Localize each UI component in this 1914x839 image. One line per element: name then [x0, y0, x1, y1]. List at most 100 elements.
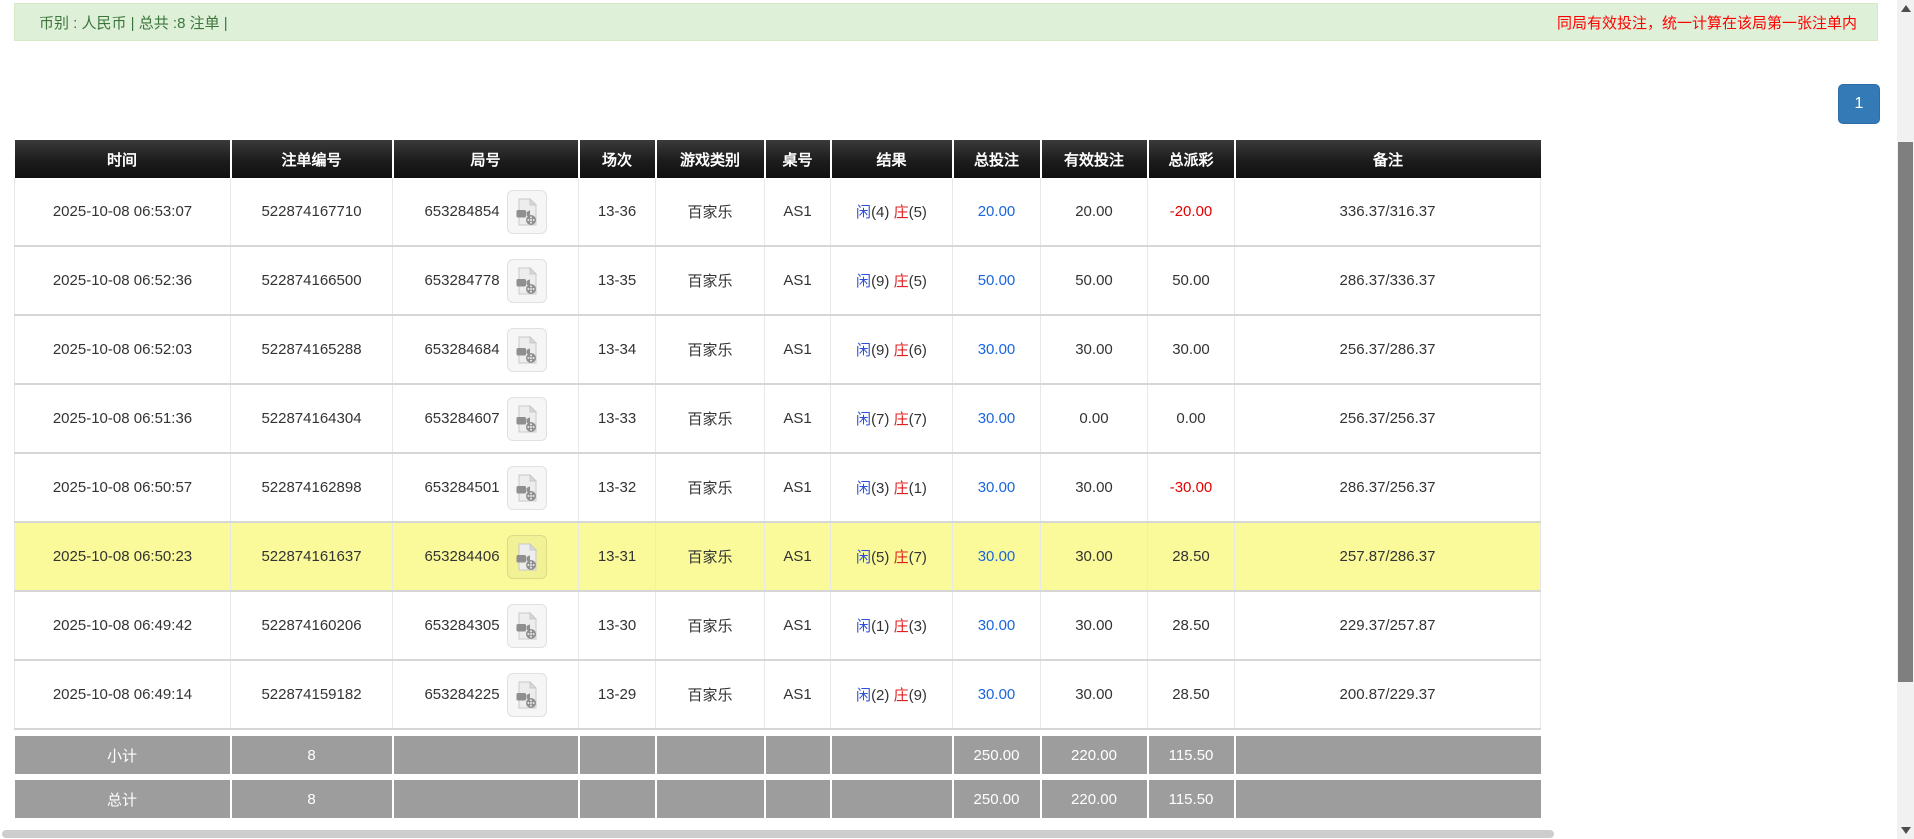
- cell-session: 13-34: [578, 315, 656, 385]
- cell-result: 闲(3) 庄(1): [830, 453, 953, 523]
- banker-result-label: 庄: [893, 342, 909, 359]
- banker-result-score: (7): [908, 549, 927, 566]
- table-row: 2025-10-08 06:50:23 522874161637 6532844…: [14, 522, 1541, 592]
- col-header-bet-id: 注单编号: [230, 140, 394, 178]
- cell-total-bet[interactable]: 50.00: [952, 246, 1041, 316]
- cell-total-bet[interactable]: 30.00: [952, 591, 1041, 661]
- vertical-scrollbar-thumb[interactable]: [1898, 142, 1913, 682]
- cell-total-bet[interactable]: 30.00: [952, 660, 1041, 730]
- cell-total-bet[interactable]: 20.00: [952, 178, 1041, 247]
- cell-time: 2025-10-08 06:51:36: [14, 384, 231, 454]
- subtotal-count: 8: [230, 736, 394, 774]
- cell-time: 2025-10-08 06:52:03: [14, 315, 231, 385]
- cell-session: 13-33: [578, 384, 656, 454]
- cell-result: 闲(4) 庄(5): [830, 178, 953, 247]
- subtotal-row: 小计 8 250.00 220.00 115.50: [14, 736, 1541, 774]
- video-replay-button[interactable]: [506, 534, 547, 579]
- summary-bar: 币别 : 人民币 | 总共 :8 注单 | 同局有效投注，统一计算在该局第一张注…: [14, 3, 1878, 41]
- banker-result-label: 庄: [893, 204, 909, 221]
- scroll-up-button[interactable]: [1897, 0, 1914, 17]
- cell-valid-bet: 30.00: [1040, 522, 1148, 592]
- video-file-icon: [516, 611, 537, 639]
- video-replay-button[interactable]: [506, 258, 547, 303]
- cell-remark: 256.37/256.37: [1234, 384, 1541, 454]
- banker-result-score: (1): [908, 480, 927, 497]
- cell-table-no: AS1: [764, 384, 831, 454]
- video-replay-button[interactable]: [506, 396, 547, 441]
- cell-round: 653284778: [392, 246, 579, 316]
- cell-result: 闲(5) 庄(7): [830, 522, 953, 592]
- video-file-icon: [516, 473, 537, 501]
- video-replay-button[interactable]: [506, 189, 547, 234]
- cell-table-no: AS1: [764, 453, 831, 523]
- subtotal-total-bet: 250.00: [952, 736, 1042, 774]
- cell-game-type: 百家乐: [655, 453, 765, 523]
- cell-remark: 286.37/336.37: [1234, 246, 1541, 316]
- col-header-round: 局号: [392, 140, 580, 178]
- cell-bet-id: 522874165288: [230, 315, 393, 385]
- col-header-table-no: 桌号: [764, 140, 832, 178]
- banker-result-label: 庄: [893, 480, 909, 497]
- cell-payout: -30.00: [1147, 453, 1235, 523]
- cell-total-bet[interactable]: 30.00: [952, 453, 1041, 523]
- cell-time: 2025-10-08 06:49:14: [14, 660, 231, 730]
- cell-bet-id: 522874161637: [230, 522, 393, 592]
- scroll-down-icon: [1900, 827, 1911, 834]
- cell-total-bet[interactable]: 30.00: [952, 315, 1041, 385]
- player-result-score: (3): [871, 480, 890, 497]
- scroll-down-button[interactable]: [1897, 822, 1914, 839]
- col-header-total-bet: 总投注: [952, 140, 1042, 178]
- player-result-label: 闲: [856, 687, 872, 704]
- cell-game-type: 百家乐: [655, 591, 765, 661]
- video-replay-button[interactable]: [506, 672, 547, 717]
- cell-round: 653284406: [392, 522, 579, 592]
- cell-table-no: AS1: [764, 178, 831, 247]
- cell-payout: 28.50: [1147, 522, 1235, 592]
- video-replay-button[interactable]: [506, 465, 547, 510]
- cell-game-type: 百家乐: [655, 315, 765, 385]
- horizontal-scrollbar-thumb[interactable]: [2, 830, 1554, 838]
- cell-time: 2025-10-08 06:52:36: [14, 246, 231, 316]
- banker-result-score: (5): [908, 204, 927, 221]
- subtotal-payout: 115.50: [1147, 736, 1236, 774]
- page-root: 币别 : 人民币 | 总共 :8 注单 | 同局有效投注，统一计算在该局第一张注…: [0, 0, 1914, 839]
- cell-game-type: 百家乐: [655, 178, 765, 247]
- video-replay-button[interactable]: [506, 327, 547, 372]
- round-id-text: 653284854: [424, 203, 500, 220]
- cell-table-no: AS1: [764, 315, 831, 385]
- table-row: 2025-10-08 06:50:57 522874162898 6532845…: [14, 453, 1541, 523]
- cell-result: 闲(2) 庄(9): [830, 660, 953, 730]
- cell-payout: -20.00: [1147, 178, 1235, 247]
- cell-total-bet[interactable]: 30.00: [952, 522, 1041, 592]
- round-id-text: 653284406: [424, 548, 500, 565]
- cell-result: 闲(9) 庄(5): [830, 246, 953, 316]
- total-label: 总计: [14, 780, 232, 818]
- col-header-valid-bet: 有效投注: [1040, 140, 1149, 178]
- scroll-up-icon: [1900, 5, 1911, 12]
- cell-valid-bet: 30.00: [1040, 453, 1148, 523]
- video-file-icon: [516, 197, 537, 225]
- video-replay-button[interactable]: [506, 603, 547, 648]
- banker-result-score: (7): [908, 411, 927, 428]
- video-file-icon: [516, 404, 537, 432]
- cell-round: 653284854: [392, 178, 579, 247]
- cell-round: 653284607: [392, 384, 579, 454]
- cell-time: 2025-10-08 06:50:23: [14, 522, 231, 592]
- vertical-scrollbar[interactable]: [1897, 0, 1914, 839]
- col-header-remark: 备注: [1234, 140, 1541, 178]
- banker-result-label: 庄: [893, 618, 909, 635]
- round-id-text: 653284684: [424, 341, 500, 358]
- cell-bet-id: 522874167710: [230, 178, 393, 247]
- cell-remark: 200.87/229.37: [1234, 660, 1541, 730]
- player-result-score: (5): [871, 549, 890, 566]
- cell-payout: 50.00: [1147, 246, 1235, 316]
- cell-remark: 286.37/256.37: [1234, 453, 1541, 523]
- cell-valid-bet: 30.00: [1040, 315, 1148, 385]
- notice-text: 同局有效投注，统一计算在该局第一张注单内: [1556, 14, 1857, 32]
- cell-result: 闲(7) 庄(7): [830, 384, 953, 454]
- player-result-score: (4): [871, 204, 890, 221]
- cell-total-bet[interactable]: 30.00: [952, 384, 1041, 454]
- cell-bet-id: 522874159182: [230, 660, 393, 730]
- cell-table-no: AS1: [764, 660, 831, 730]
- page-1-button[interactable]: 1: [1838, 84, 1880, 124]
